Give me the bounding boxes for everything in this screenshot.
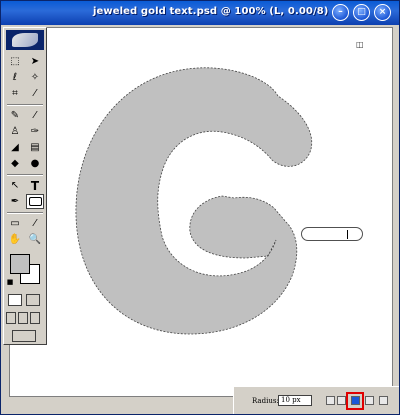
history-brush-icon[interactable]: ✑ [26, 124, 44, 139]
new-shape-layer-button[interactable] [326, 396, 335, 405]
title-bar[interactable]: jeweled gold text.psd @ 100% (L, 0.00/8)… [1, 1, 399, 25]
rounded-rect-icon [28, 197, 42, 206]
crop-icon[interactable]: ⌗ [6, 86, 24, 101]
letter-g-path [75, 67, 313, 335]
pen-icon[interactable]: ✒ [6, 194, 24, 209]
corner-marker-icon: ◫ [356, 40, 364, 49]
exclude-shape-button[interactable] [379, 396, 388, 405]
maximize-button[interactable]: □ [353, 4, 370, 21]
minimize-button[interactable]: – [332, 4, 349, 21]
toolbox-header[interactable] [6, 30, 44, 50]
type-icon[interactable]: T [26, 178, 44, 193]
foreground-color-swatch[interactable] [10, 254, 30, 274]
add-to-shape-button[interactable] [337, 396, 346, 405]
standard-mode-button[interactable] [8, 294, 22, 306]
shape-icon[interactable] [26, 194, 44, 209]
photoshop-window: jeweled gold text.psd @ 100% (L, 0.00/8)… [0, 0, 400, 415]
blur-icon[interactable]: ◆ [6, 156, 24, 171]
toolbox-divider [7, 212, 43, 214]
window-title: jeweled gold text.psd @ 100% (L, 0.00/8) [93, 6, 329, 17]
letter-g-shape [75, 67, 313, 335]
selected-option-highlight [346, 392, 364, 410]
hand-icon[interactable]: ✋ [6, 232, 24, 247]
quick-mask-button[interactable] [26, 294, 40, 306]
brush-icon[interactable]: ⁄ [26, 108, 44, 123]
marquee-icon[interactable]: ⬚ [6, 54, 24, 69]
dodge-icon[interactable]: ● [26, 156, 44, 171]
text-entry-field[interactable] [301, 227, 363, 241]
toolbox-divider [7, 104, 43, 106]
magic-wand-icon[interactable]: ✧ [26, 70, 44, 85]
zoom-icon[interactable]: 🔍 [26, 232, 44, 247]
shape-options-bar: Radius: 10 px [233, 386, 399, 414]
radius-input[interactable]: 10 px [278, 395, 312, 406]
radius-label: Radius: [252, 397, 279, 405]
toolbox-divider [7, 174, 43, 176]
default-colors-icon[interactable]: ■ [6, 278, 14, 286]
document-canvas[interactable]: ◫ [9, 27, 393, 397]
close-button[interactable]: × [374, 4, 391, 21]
lasso-icon[interactable]: ℓ [6, 70, 24, 85]
intersect-shape-button[interactable] [365, 396, 374, 405]
eyedropper-icon[interactable]: ⁄ [26, 216, 44, 231]
jump-to-imageready-button[interactable] [12, 330, 36, 342]
notes-icon[interactable]: ▭ [6, 216, 24, 231]
stamp-icon[interactable]: ♙ [6, 124, 24, 139]
screen-mode-full-button[interactable] [30, 312, 40, 324]
path-select-icon[interactable]: ↖ [6, 178, 24, 193]
slice-icon[interactable]: ⁄ [26, 86, 44, 101]
text-caret [347, 230, 348, 239]
screen-mode-full-menu-button[interactable] [18, 312, 28, 324]
eraser-icon[interactable]: ◢ [6, 140, 24, 155]
screen-mode-standard-button[interactable] [6, 312, 16, 324]
toolbox-panel: ⬚ ➤ ℓ ✧ ⌗ ⁄ ✎ ⁄ ♙ ✑ ◢ ▤ ◆ ● ↖ T ✒ ▭ ⁄ ✋ … [3, 27, 47, 345]
gradient-icon[interactable]: ▤ [26, 140, 44, 155]
healing-icon[interactable]: ✎ [6, 108, 24, 123]
feather-logo-icon [12, 33, 38, 47]
move-icon[interactable]: ➤ [26, 54, 44, 69]
